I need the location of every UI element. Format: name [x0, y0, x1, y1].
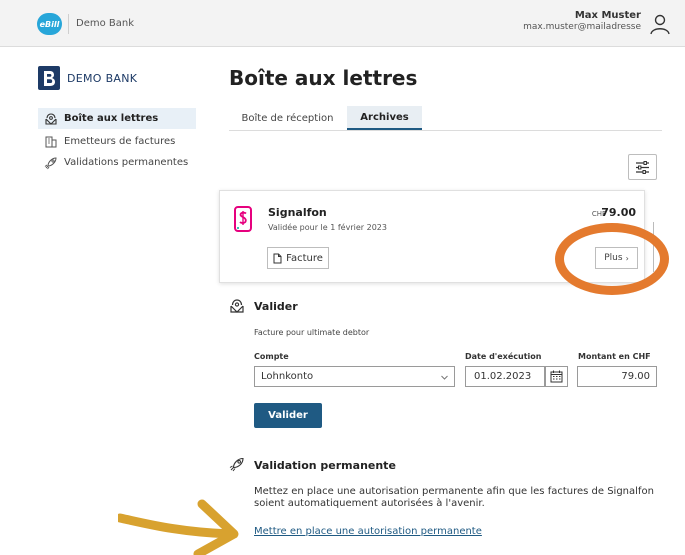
arrow-right-icon — [118, 499, 239, 555]
mailbox-icon — [45, 112, 57, 125]
tab-archives[interactable]: Archives — [347, 106, 422, 130]
amount-value: 79.00 — [621, 371, 650, 382]
invoice-amount: 79.00 — [601, 206, 636, 219]
permanent-authorization-link[interactable]: Mettre en place une autorisation permane… — [254, 526, 482, 537]
header-bank-name: Demo Bank — [76, 18, 135, 29]
sidebar-item-permanent-validations[interactable]: Validations permanentes — [38, 152, 196, 173]
permanent-section-title: Validation permanente — [254, 459, 396, 472]
compte-value: Lohnkonto — [261, 371, 314, 382]
filter-button[interactable] — [628, 154, 657, 180]
sliders-icon — [636, 160, 649, 174]
rocket-icon — [44, 156, 57, 169]
execution-date-value: 01.02.2023 — [474, 371, 532, 382]
sidebar-item-mailbox[interactable]: Boîte aux lettres — [38, 108, 196, 129]
facture-button-label: Facture — [286, 252, 323, 264]
user-icon[interactable] — [649, 13, 671, 35]
validate-section-title: Valider — [254, 300, 298, 313]
rocket-icon — [229, 457, 244, 472]
invoice-status: Validée pour le 1 février 2023 — [268, 223, 387, 232]
sidebar-item-label: Emetteurs de factures — [64, 136, 176, 147]
page-title: Boîte aux lettres — [229, 66, 418, 90]
document-icon — [273, 253, 282, 263]
demo-bank-logo-icon[interactable] — [38, 66, 60, 90]
date-label: Date d'exécution — [465, 352, 542, 361]
sidebar-item-label: Boîte aux lettres — [64, 113, 159, 124]
user-name[interactable]: Max Muster — [575, 10, 641, 21]
sidebar-item-billers[interactable]: Emetteurs de factures — [38, 131, 196, 152]
amount-field[interactable]: 79.00 — [577, 366, 657, 387]
sidebar-bank-name: DEMO BANK — [67, 72, 138, 85]
permanent-description: Mettez en place une autorisation permane… — [254, 486, 654, 509]
sidebar-item-label: Validations permanentes — [64, 157, 189, 168]
amount-label: Montant en CHF — [578, 352, 651, 361]
top-bar: eBill Demo Bank Max Muster max.muster@ma… — [0, 0, 685, 47]
execution-date-field[interactable]: 01.02.2023 — [465, 366, 545, 387]
building-icon — [45, 136, 57, 147]
validate-note: Facture pour ultimate debtor — [254, 328, 370, 337]
validate-button[interactable]: Valider — [254, 403, 322, 428]
header-divider — [68, 14, 69, 34]
chevron-down-icon — [441, 375, 448, 380]
mailbox-icon — [230, 299, 244, 313]
tab-inbox[interactable]: Boîte de réception — [229, 106, 346, 130]
calendar-icon — [550, 370, 563, 383]
compte-select[interactable]: Lohnkonto — [254, 366, 455, 387]
calendar-button[interactable] — [545, 366, 568, 387]
signalfon-logo-icon — [234, 206, 252, 232]
biller-name: Signalfon — [268, 206, 327, 219]
tab-bar: Boîte de réception Archives — [229, 106, 662, 131]
highlight-circle — [555, 223, 669, 295]
compte-label: Compte — [254, 352, 289, 361]
user-email[interactable]: max.muster@mailadresse — [523, 22, 641, 32]
ebill-logo[interactable]: eBill — [37, 13, 62, 35]
facture-button[interactable]: Facture — [267, 247, 329, 269]
